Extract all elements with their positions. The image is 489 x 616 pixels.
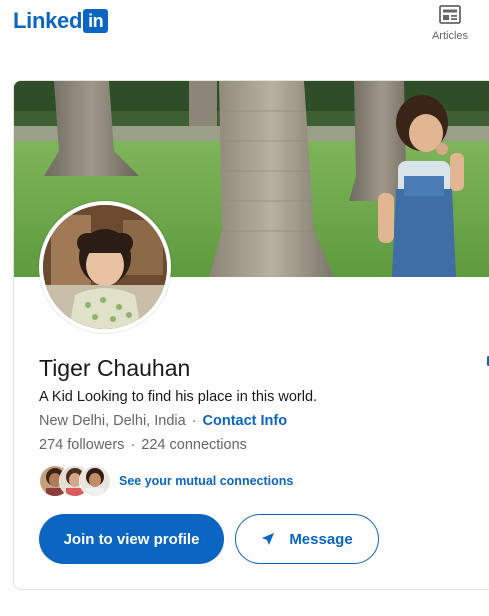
message-button[interactable]: Message — [235, 514, 379, 564]
mutual-connection-avatars — [39, 465, 111, 497]
page: Linked in Articles Tiger Chauhan A Kid L… — [0, 0, 489, 616]
followers-count: 274 followers — [39, 437, 125, 453]
nav-articles-label: Articles — [431, 30, 469, 42]
location-row: New Delhi, Delhi, India · Contact Info — [39, 412, 287, 430]
separator-dot: · — [191, 413, 197, 429]
connections-count: 224 connections — [141, 437, 247, 453]
network-stats-row: 274 followers · 224 connections — [39, 436, 247, 454]
see-mutual-connections-link[interactable]: See your mutual connections — [119, 474, 293, 488]
avatar — [79, 465, 111, 497]
message-button-label: Message — [289, 530, 353, 548]
profile-location: New Delhi, Delhi, India — [39, 413, 186, 429]
newspaper-icon — [439, 5, 461, 24]
join-to-view-profile-button[interactable]: Join to view profile — [39, 514, 224, 564]
send-arrow-icon — [262, 533, 275, 545]
nav-item-articles[interactable]: Articles — [425, 4, 475, 42]
contact-info-link[interactable]: Contact Info — [203, 413, 288, 429]
profile-card: Tiger Chauhan A Kid Looking to find his … — [13, 80, 489, 590]
profile-avatar[interactable] — [39, 201, 171, 333]
linkedin-logo[interactable]: Linked in — [13, 8, 109, 34]
logo-in-box: in — [83, 9, 109, 33]
avatar-image — [43, 205, 167, 329]
mutual-connections-row[interactable]: See your mutual connections — [39, 465, 293, 497]
separator-dot: · — [130, 437, 136, 453]
top-navigation-bar: Linked in Articles — [0, 0, 489, 60]
profile-headline: A Kid Looking to find his place in this … — [39, 389, 318, 405]
profile-name: Tiger Chauhan — [39, 355, 191, 381]
logo-wordmark: Linked — [13, 8, 83, 33]
